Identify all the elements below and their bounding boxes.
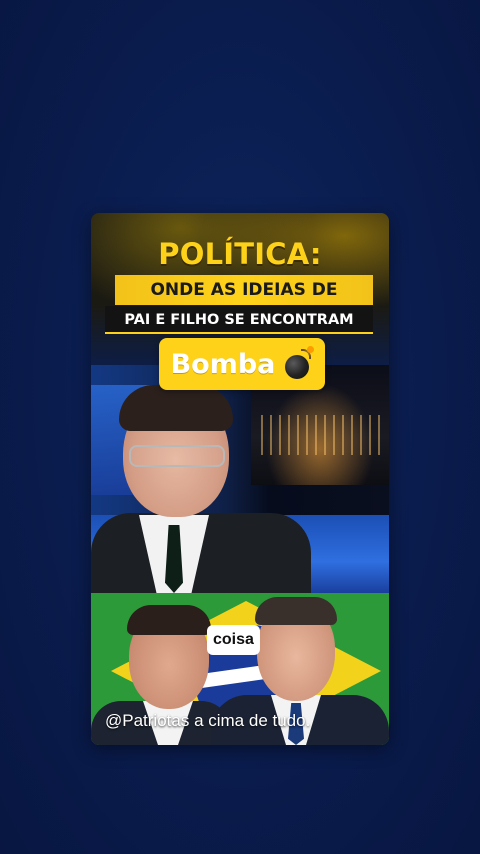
video-title: POLÍTICA: bbox=[158, 237, 322, 271]
watermark-text: @Patriotas a cima de tudo. bbox=[105, 711, 311, 730]
anchor-hair bbox=[119, 385, 233, 431]
anchor-glasses bbox=[129, 445, 225, 467]
city-lights bbox=[261, 415, 381, 455]
page: POLÍTICA: ONDE AS IDEIAS DE PAI E FILHO … bbox=[0, 0, 480, 854]
subtitle-line-2: PAI E FILHO SE ENCONTRAM bbox=[105, 306, 373, 334]
subtitle-line-1: ONDE AS IDEIAS DE bbox=[115, 275, 373, 305]
person-left-hair bbox=[127, 605, 211, 635]
flag-section: coisa @Patriotas a cima de tudo. bbox=[91, 593, 389, 745]
studio-scene bbox=[91, 365, 389, 593]
person-right-hair bbox=[255, 597, 337, 625]
badge-label: Bomba bbox=[170, 348, 276, 380]
bomb-icon bbox=[283, 346, 315, 379]
caption-word: coisa bbox=[207, 625, 260, 655]
video-card[interactable]: POLÍTICA: ONDE AS IDEIAS DE PAI E FILHO … bbox=[91, 213, 389, 745]
bomba-badge: Bomba bbox=[159, 338, 325, 390]
